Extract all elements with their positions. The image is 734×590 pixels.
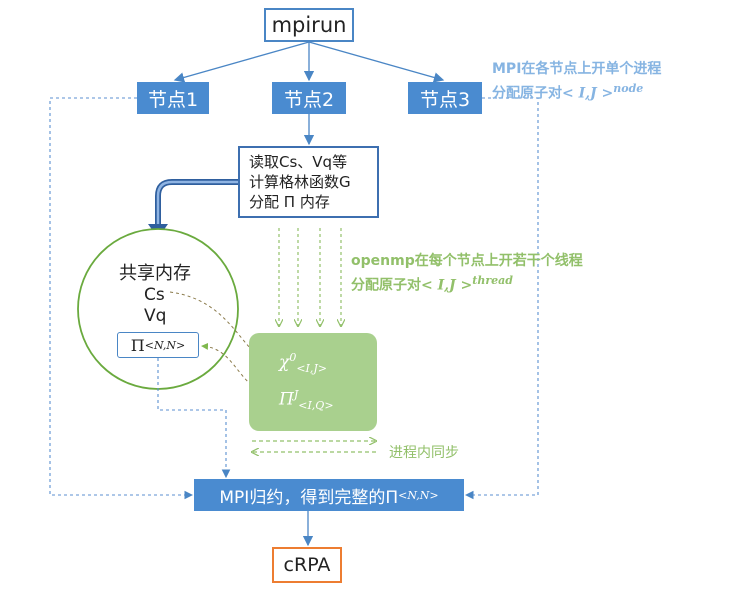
node-1: 节点1 — [137, 82, 209, 114]
dashed-node3-reduce — [464, 97, 539, 500]
pi-nn-box: Π <N,N> — [117, 332, 199, 358]
reduce-label: MPI归约，得到完整的Π — [219, 487, 399, 508]
openmp-note: openmp在每个节点上开若干个线程 分配原子对< I,J >thread — [351, 252, 583, 296]
read-line-3: 分配 Π 内存 — [249, 193, 330, 211]
mpi-note-line2: 分配原子对< I,J >node — [492, 82, 644, 102]
mpi-note-line1: MPI在各节点上开单个进程 — [492, 61, 662, 77]
node-3: 节点3 — [408, 82, 482, 114]
arrow-mpirun-node3 — [308, 41, 445, 83]
openmp-note-line1: openmp在每个节点上开若干个线程 — [351, 253, 583, 269]
read-line-1: 读取Cs、Vq等 — [249, 153, 348, 171]
chi-label: χ0<I,J> — [279, 350, 327, 375]
node-2-label: 节点2 — [283, 88, 335, 111]
crpa-label: cRPA — [283, 554, 331, 576]
node-2: 节点2 — [272, 82, 346, 114]
pi-iq-label: ΠJ<I,Q> — [279, 388, 334, 413]
node-1-label: 节点1 — [147, 88, 199, 111]
mpirun-box: mpirun — [264, 8, 354, 42]
read-compute-box: 读取Cs、Vq等 计算格林函数G 分配 Π 内存 — [238, 146, 379, 218]
arrow-read-to-shared — [155, 179, 238, 226]
crpa-box: cRPA — [272, 547, 342, 583]
sync-label: 进程内同步 — [389, 445, 459, 461]
mpirun-label: mpirun — [271, 13, 347, 37]
mpi-reduce-box: MPI归约，得到完整的Π <N,N> — [194, 479, 464, 511]
openmp-note-line2: 分配原子对< I,J >thread — [351, 274, 513, 294]
mpi-note: MPI在各节点上开单个进程 分配原子对< I,J >node — [492, 60, 661, 104]
read-line-2: 计算格林函数G — [249, 173, 351, 191]
shared-vq: Vq — [144, 306, 167, 326]
thread-compute-box: χ0<I,J> ΠJ<I,Q> — [249, 333, 377, 431]
arrow-mpirun-node1 — [173, 41, 310, 83]
node-3-label: 节点3 — [419, 88, 471, 111]
shared-memory-title: 共享内存 — [119, 263, 191, 284]
shared-cs: Cs — [144, 285, 165, 305]
